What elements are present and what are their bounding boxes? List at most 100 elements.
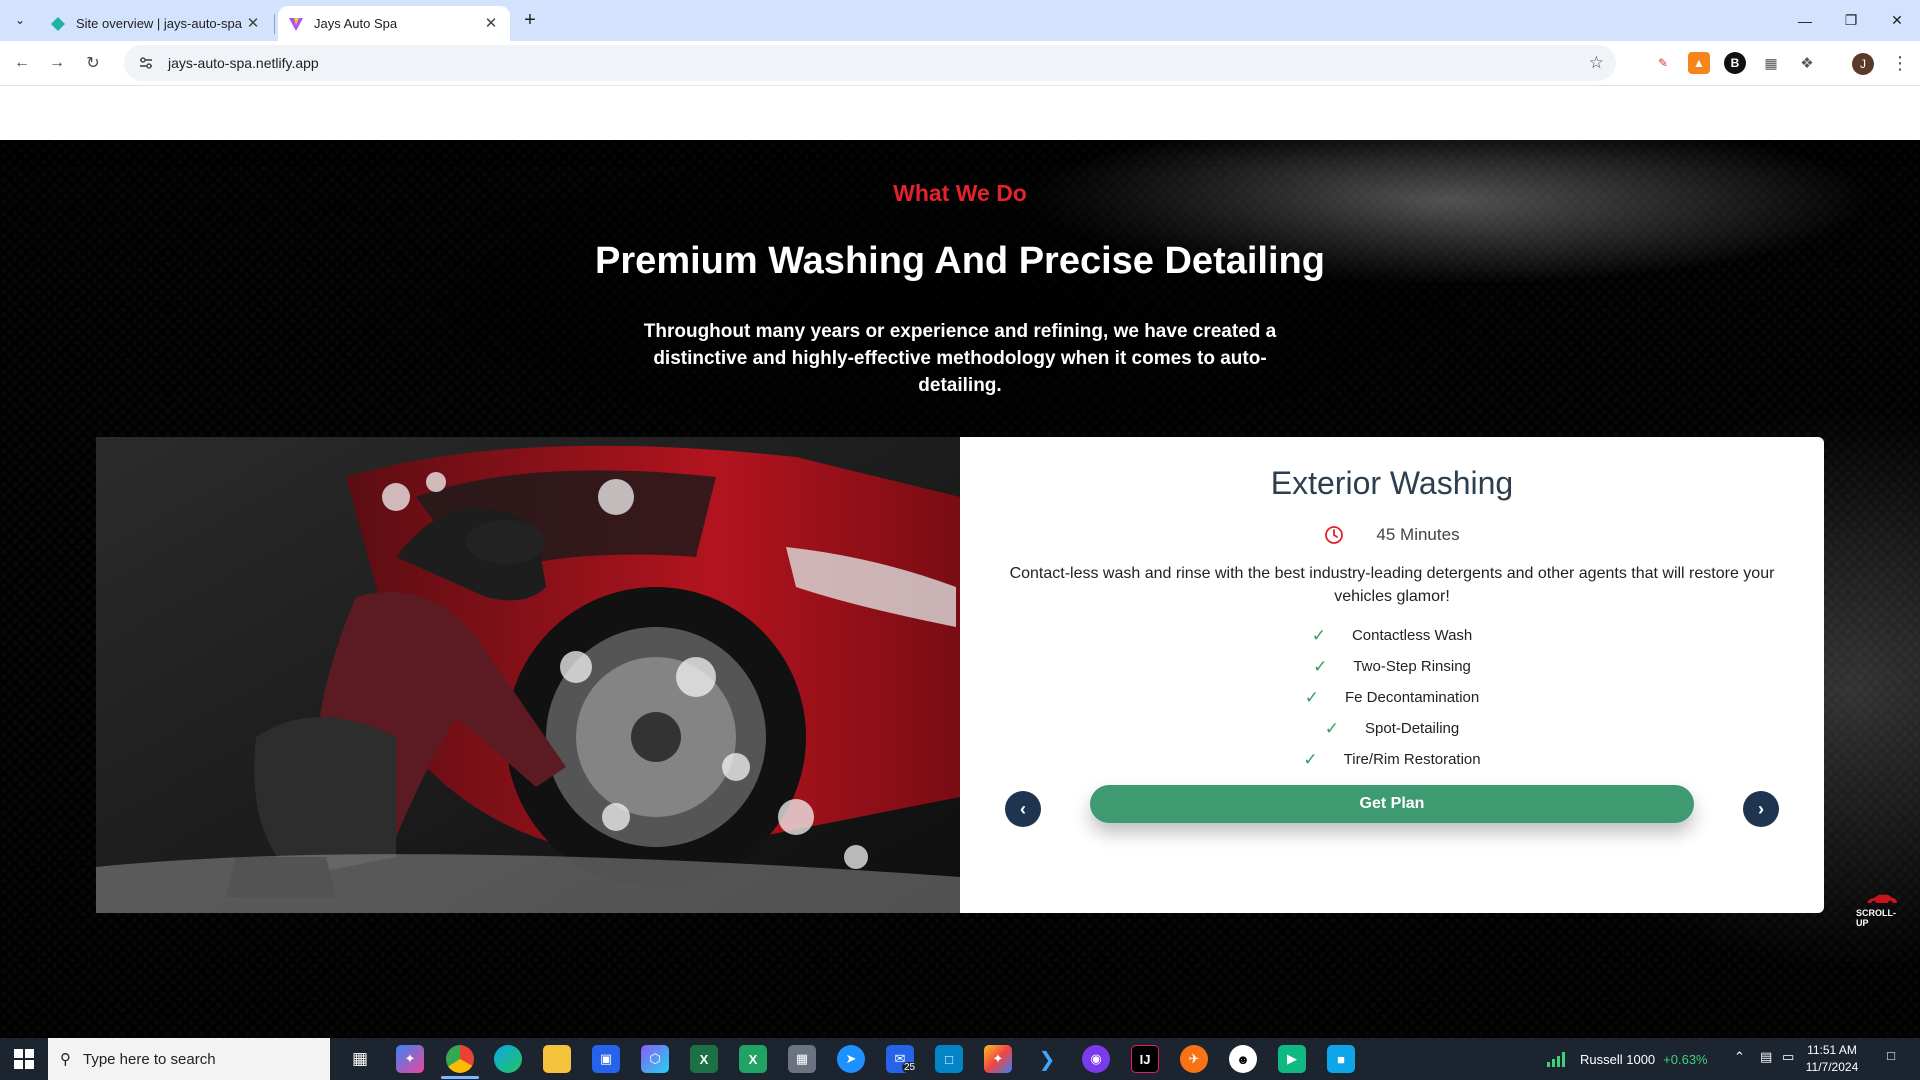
app-icon[interactable]: ⬡ <box>641 1045 669 1073</box>
feature-item: ✓ Tire/Rim Restoration <box>960 744 1824 775</box>
service-duration: 45 Minutes <box>960 525 1824 545</box>
profile-avatar[interactable]: J <box>1852 53 1874 75</box>
windows-start-icon[interactable] <box>14 1049 34 1069</box>
store-icon[interactable]: ▣ <box>592 1045 620 1073</box>
system-clock[interactable]: 11:51 AM 11/7/2024 <box>1800 1042 1864 1076</box>
feature-item: ✓ Contactless Wash <box>960 620 1824 651</box>
previous-service-button[interactable]: ‹ <box>1005 791 1041 827</box>
checkmark-icon: ✓ <box>1304 687 1319 707</box>
calculator-icon[interactable]: ▦ <box>788 1045 816 1073</box>
forward-arrow-icon[interactable]: → <box>45 51 69 75</box>
feature-label: Spot-Detailing <box>1365 720 1460 737</box>
site-header <box>0 86 1920 140</box>
tab-title: Site overview | jays-auto-spa | N <box>76 16 244 31</box>
window-close-icon[interactable]: ✕ <box>1874 0 1920 41</box>
tab-jays-auto-spa[interactable]: Jays Auto Spa ✕ <box>278 6 510 41</box>
feature-label: Fe Decontamination <box>1345 689 1480 706</box>
clock-time: 11:51 AM <box>1807 1043 1857 1057</box>
remote-desktop-icon[interactable]: ■ <box>1327 1045 1355 1073</box>
tray-chevron-up-icon[interactable]: ⌃ <box>1734 1049 1745 1065</box>
app-purple-icon[interactable]: ◉ <box>1082 1045 1110 1073</box>
ticker-name: Russell 1000 <box>1580 1051 1656 1067</box>
file-explorer-icon[interactable] <box>543 1045 571 1073</box>
extensions-puzzle-icon[interactable]: ❖ <box>1796 52 1818 74</box>
feature-list: ✓ Contactless Wash ✓ Two-Step Rinsing ✓ Fe … <box>960 620 1824 775</box>
back-arrow-icon[interactable]: ← <box>10 51 34 75</box>
qr-extension-icon[interactable]: ▦ <box>1760 52 1782 74</box>
section-eyebrow: What We Do <box>893 180 1027 206</box>
feature-label: Tire/Rim Restoration <box>1343 751 1481 768</box>
task-view-icon[interactable]: ▦ <box>346 1045 374 1073</box>
restore-icon[interactable]: ❐ <box>1828 0 1874 41</box>
active-app-indicator <box>441 1076 479 1079</box>
chevron-right-icon: › <box>1758 798 1764 819</box>
feature-item: ✓ Fe Decontamination <box>960 682 1824 713</box>
stock-ticker-widget[interactable]: Russell 1000 +0.63% <box>1546 1038 1708 1080</box>
mail-badge: 25 <box>902 1062 918 1073</box>
app-green-icon[interactable]: ▶ <box>1278 1045 1306 1073</box>
close-icon[interactable]: ✕ <box>482 15 500 33</box>
browser-toolbar: ← → ↻ jays-auto-spa.netlify.app ☆ ✎ ▲ B … <box>0 41 1920 86</box>
duration-text: 45 Minutes <box>1376 525 1460 544</box>
checkmark-icon: ✓ <box>1311 625 1326 645</box>
section-headline: Premium Washing And Precise Detailing <box>595 240 1325 282</box>
pinwheel-icon[interactable]: ✦ <box>984 1045 1012 1073</box>
feature-item: ✓ Two-Step Rinsing <box>960 651 1824 682</box>
windows-taskbar: ⚲ Type here to search ▦ ✦ ▣ ⬡ X X ▦ ➤ ✉ … <box>0 1038 1920 1080</box>
section-intro: Throughout many years or experience and … <box>643 321 1277 396</box>
ticker-change: +0.63% <box>1663 1051 1708 1067</box>
taskbar-search-box[interactable]: ⚲ Type here to search <box>48 1038 330 1080</box>
service-description: Contact-less wash and rinse with the bes… <box>1009 565 1775 605</box>
site-info-icon[interactable] <box>136 53 156 73</box>
intellij-icon[interactable]: IJ <box>1131 1045 1159 1073</box>
minimize-icon[interactable]: — <box>1782 0 1828 41</box>
next-service-button[interactable]: › <box>1743 791 1779 827</box>
chevron-left-icon: ‹ <box>1020 798 1026 819</box>
netlify-favicon-icon <box>51 16 65 31</box>
clock-date: 11/7/2024 <box>1805 1060 1859 1074</box>
copilot-icon[interactable]: ✦ <box>396 1045 424 1073</box>
service-card: Exterior Washing 45 Minutes Contact-less… <box>960 437 1824 913</box>
postman-icon[interactable]: ✈ <box>1180 1045 1208 1073</box>
scroll-up-label: SCROLL-UP <box>1856 908 1896 928</box>
address-bar[interactable]: jays-auto-spa.netlify.app ☆ <box>124 45 1616 81</box>
checkmark-icon: ✓ <box>1303 749 1318 769</box>
search-placeholder: Type here to search <box>83 1050 216 1068</box>
browser-menu-icon[interactable]: ⋮ <box>1890 52 1910 76</box>
feature-item: ✓ Spot-Detailing <box>960 713 1824 744</box>
app-blue-icon[interactable]: ➤ <box>837 1045 865 1073</box>
close-icon[interactable]: ✕ <box>244 15 262 33</box>
extension-b-icon[interactable]: B <box>1724 52 1746 74</box>
tab-search-chevron-icon[interactable]: ⌄ <box>8 8 32 32</box>
excel-icon[interactable]: X <box>690 1045 718 1073</box>
reload-icon[interactable]: ↻ <box>81 51 105 75</box>
metamask-extension-icon[interactable]: ▲ <box>1688 52 1710 74</box>
vscode-icon[interactable]: ❯ <box>1033 1045 1061 1073</box>
tab-site-overview[interactable]: Site overview | jays-auto-spa | N ✕ <box>40 6 272 41</box>
browser-tab-strip: ⌄ Site overview | jays-auto-spa | N ✕ Ja… <box>0 0 1920 41</box>
edge-icon[interactable] <box>494 1045 522 1073</box>
network-icon[interactable]: ▤ <box>1760 1049 1772 1065</box>
vite-favicon-icon <box>289 17 303 31</box>
tab-divider <box>274 14 275 34</box>
bookmark-star-icon[interactable]: ☆ <box>1589 53 1604 73</box>
checkmark-icon: ✓ <box>1324 718 1340 738</box>
service-title: Exterior Washing <box>1270 465 1514 501</box>
search-icon: ⚲ <box>60 1051 71 1068</box>
chrome-icon[interactable] <box>446 1045 474 1073</box>
notification-icon[interactable]: □ <box>1880 1048 1902 1070</box>
car-washing-photo <box>96 437 960 913</box>
new-tab-button[interactable]: + <box>518 9 542 33</box>
display-icon[interactable]: ▭ <box>1782 1049 1794 1065</box>
color-picker-extension-icon[interactable]: ✎ <box>1652 52 1674 74</box>
excel-green-icon[interactable]: X <box>739 1045 767 1073</box>
github-icon[interactable]: ☻ <box>1229 1045 1257 1073</box>
clock-icon <box>1325 526 1344 544</box>
url-text: jays-auto-spa.netlify.app <box>168 55 319 71</box>
car-icon <box>1867 894 1897 906</box>
get-plan-button[interactable]: Get Plan <box>1090 785 1694 823</box>
stock-chart-icon <box>1547 1052 1565 1067</box>
app-window-icon[interactable]: □ <box>935 1045 963 1073</box>
tab-title: Jays Auto Spa <box>314 16 398 31</box>
scroll-up-button[interactable]: SCROLL-UP <box>1856 894 1908 928</box>
